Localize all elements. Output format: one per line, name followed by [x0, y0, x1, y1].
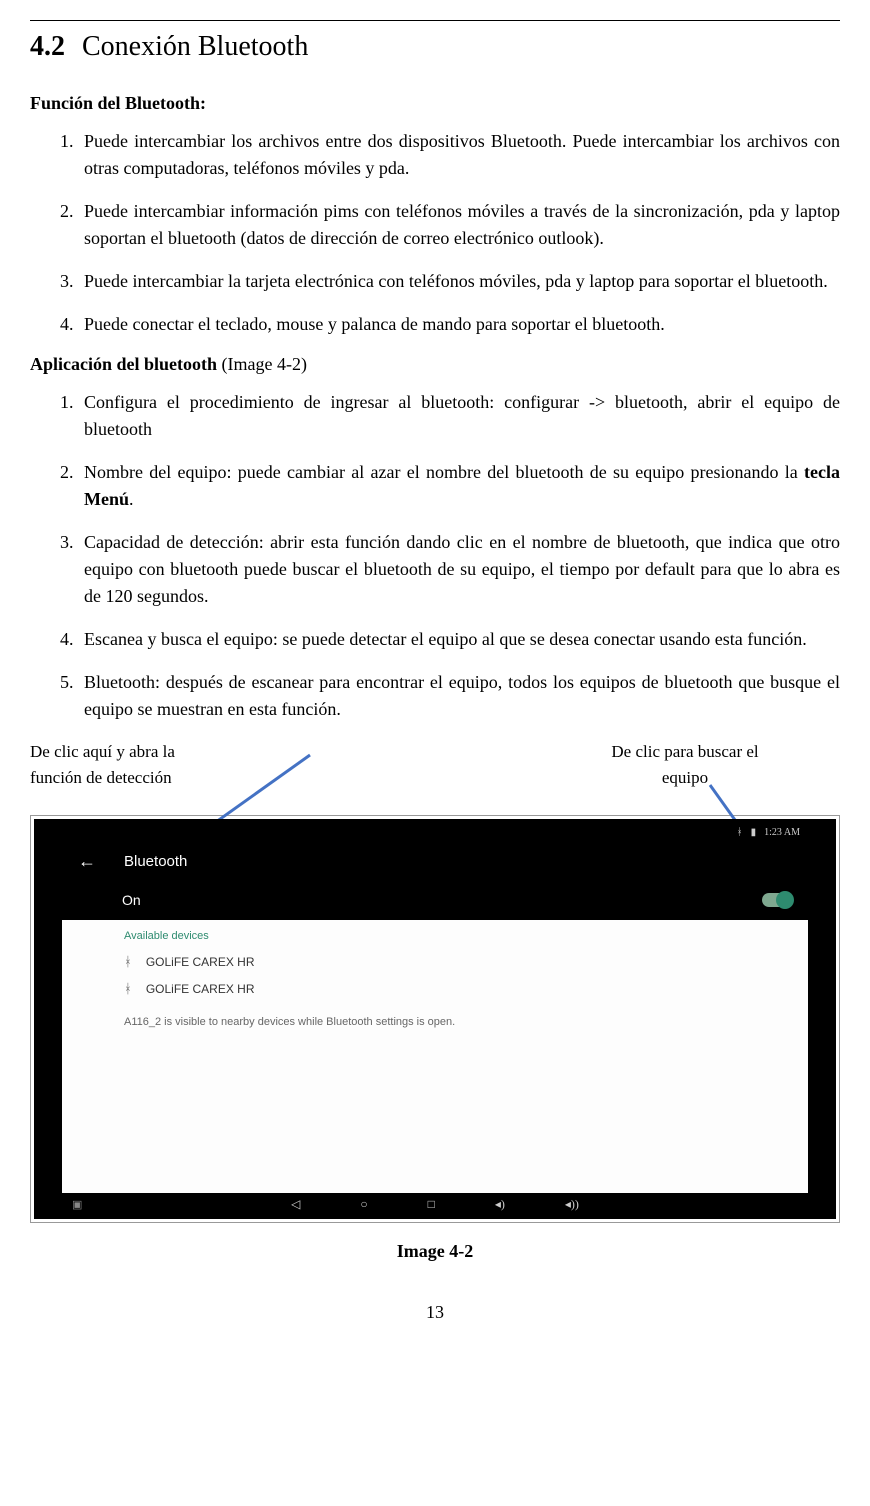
function-list: Puede intercambiar los archivos entre do…	[30, 128, 840, 338]
bluetooth-icon: ᚼ	[124, 954, 132, 969]
status-bar: ᚼ ▮ 1:23 AM	[62, 823, 808, 841]
top-rule	[30, 20, 840, 21]
application-heading-bold: Aplicación del bluetooth	[30, 354, 217, 374]
nav-home-icon[interactable]: ○	[360, 1197, 367, 1212]
bluetooth-state: On	[122, 892, 141, 908]
device-list-item[interactable]: ᚼ GOLiFE CAREX HR	[62, 975, 808, 1002]
available-devices-label: Available devices	[62, 920, 808, 948]
screenshot-icon[interactable]: ▣	[72, 1198, 82, 1211]
application-heading-ref: (Image 4-2)	[217, 354, 307, 374]
device-name: GOLiFE CAREX HR	[146, 955, 255, 969]
section-title-text: Conexión Bluetooth	[82, 31, 308, 62]
application-item: Escanea y busca el equipo: se puede dete…	[78, 626, 840, 653]
bluetooth-status-icon: ᚼ	[737, 827, 743, 838]
application-list: Configura el procedimiento de ingresar a…	[30, 389, 840, 723]
bluetooth-icon: ᚼ	[124, 981, 132, 996]
application-item: Capacidad de detección: abrir esta funci…	[78, 529, 840, 610]
section-title: 4.2 Conexión Bluetooth	[30, 31, 840, 63]
back-icon[interactable]: ←	[78, 851, 96, 872]
page-number: 13	[30, 1302, 840, 1323]
nav-voldown-icon[interactable]: ◂)	[495, 1197, 505, 1212]
section-number: 4.2	[30, 31, 65, 62]
application-item: Nombre del equipo: puede cambiar al azar…	[78, 459, 840, 513]
function-heading: Función del Bluetooth:	[30, 93, 840, 114]
android-nav-bar: ▣ ◁ ○ □ ◂) ◂))	[62, 1193, 808, 1215]
bluetooth-toggle[interactable]	[762, 893, 792, 907]
application-item: Configura el procedimiento de ingresar a…	[78, 389, 840, 443]
nav-volup-icon[interactable]: ◂))	[565, 1197, 579, 1212]
bluetooth-title: Bluetooth	[124, 853, 187, 870]
application-heading: Aplicación del bluetooth (Image 4-2)	[30, 354, 840, 375]
image-caption: Image 4-2	[30, 1241, 840, 1262]
callout-detection: De clic aquí y abra la función de detecc…	[30, 739, 230, 790]
function-item: Puede intercambiar la tarjeta electrónic…	[78, 268, 840, 295]
device-list-item[interactable]: ᚼ GOLiFE CAREX HR	[62, 948, 808, 975]
status-clock: 1:23 AM	[764, 827, 800, 838]
nav-recent-icon[interactable]: □	[428, 1197, 435, 1212]
callout-search: De clic para buscar el equipo	[590, 739, 780, 790]
application-item: Bluetooth: después de escanear para enco…	[78, 669, 840, 723]
function-item: Puede conectar el teclado, mouse y palan…	[78, 311, 840, 338]
function-item: Puede intercambiar los archivos entre do…	[78, 128, 840, 182]
callout-row: De clic aquí y abra la función de detecc…	[30, 739, 840, 815]
battery-icon: ▮	[751, 827, 757, 838]
device-screenshot: ᚼ ▮ 1:23 AM ← Bluetooth On Available dev…	[30, 815, 840, 1223]
visibility-note: A116_2 is visible to nearby devices whil…	[62, 1002, 808, 1028]
function-item: Puede intercambiar información pims con …	[78, 198, 840, 252]
bluetooth-on-row[interactable]: On	[62, 882, 808, 920]
nav-back-icon[interactable]: ◁	[291, 1197, 300, 1212]
device-name: GOLiFE CAREX HR	[146, 982, 255, 996]
bluetooth-header: ← Bluetooth	[62, 841, 808, 882]
